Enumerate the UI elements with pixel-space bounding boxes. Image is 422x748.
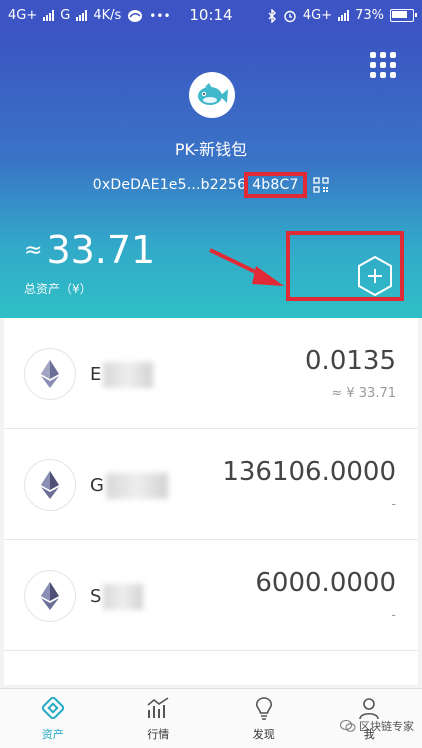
wechat-icon [340,720,356,732]
assets-icon [41,696,64,720]
watermark: 区块链专家 [340,718,414,734]
tab-discover[interactable]: 发现 [211,689,317,748]
address-text: 0xDeDAE1e5...b2256 [92,177,247,193]
annotation-arrow [209,248,284,286]
token-amount: 136106.0000 [222,457,396,487]
token-amount: 6000.0000 [255,568,396,598]
battery-icon [390,9,417,22]
token-icon [24,348,76,400]
address-highlight: 4b8C7 [244,172,307,198]
qr-code-icon[interactable] [313,177,329,193]
discover-icon [255,697,272,720]
token-name: E [90,362,154,388]
battery-percent: 73% [355,8,384,23]
token-name: S [90,584,144,610]
asset-row[interactable]: S 6000.0000 - [4,540,418,651]
token-name: G [90,473,168,499]
wallet-avatar[interactable] [189,72,235,118]
alarm-icon [284,10,296,22]
signal-icon-3 [338,10,350,21]
token-amount: 0.0135 [305,346,396,376]
bluetooth-icon [268,8,276,23]
token-fiat-value: - [391,608,396,623]
status-bar: 4G+ G 4K/s ••• 10:14 4G+ 73% [0,0,422,32]
approx-symbol: ≈ [24,237,43,263]
tab-label: 行情 [147,728,170,741]
tab-label: 发现 [252,728,275,741]
ethereum-icon [41,471,59,499]
list-spacer [4,651,418,685]
status-right: 4G+ 73% [268,8,417,23]
ethereum-icon [41,360,59,388]
wallet-name[interactable]: PK-新钱包 [0,136,422,160]
tab-label: 资产 [41,728,64,741]
market-icon [147,697,169,718]
wallet-address[interactable]: 0xDeDAE1e5...b2256 4b8C7 [0,172,422,198]
fish-avatar-icon [198,83,228,105]
profile-icon [359,698,380,720]
network-indicator-right: 4G+ [302,8,333,23]
total-assets: ≈33.71 [24,228,155,272]
watermark-text: 区块链专家 [359,720,414,733]
asset-row[interactable]: G 136106.0000 - [4,429,418,540]
tab-assets[interactable]: 资产 [0,689,106,748]
menu-grid-icon[interactable] [370,52,396,78]
asset-list: E 0.0135 ≈ ¥ 33.71 G 136106.0000 - S 600… [4,318,418,685]
token-icon [24,570,76,622]
total-value: 33.71 [46,228,156,272]
tab-market[interactable]: 行情 [106,689,212,748]
wallet-header: PK-新钱包 0xDeDAE1e5...b2256 4b8C7 ≈33.71 总资… [0,32,422,318]
token-icon [24,459,76,511]
wallet-screen: 4G+ G 4K/s ••• 10:14 4G+ 73% PK-新钱包 0xDe… [0,0,422,748]
token-fiat-value: - [391,497,396,512]
add-token-button[interactable] [354,255,396,297]
total-label: 总资产（¥） [24,282,92,296]
asset-row[interactable]: E 0.0135 ≈ ¥ 33.71 [4,318,418,429]
ethereum-icon [41,582,59,610]
token-fiat-value: ≈ ¥ 33.71 [331,386,396,401]
